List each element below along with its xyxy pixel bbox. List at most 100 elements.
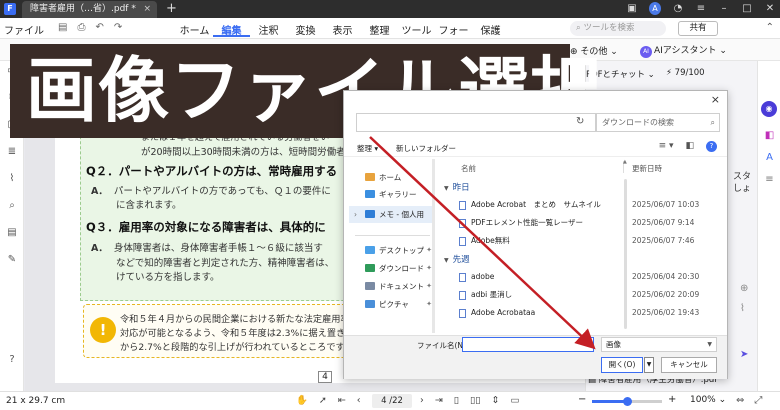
fullscreen-icon[interactable]: ⤢ [754,395,762,406]
nav-item-documents[interactable]: ドキュメント ✦ [349,278,434,295]
file-row[interactable]: Adobe Acrobataa 2025/06/02 19:43 [438,305,708,321]
file-row[interactable]: PDFエレメント性能一覧レーザー 2025/06/07 9:14 [438,215,708,231]
group-header-yesterday[interactable]: ▼ 昨日 [444,181,470,193]
user-avatar[interactable]: A [649,2,661,15]
fit-page-icon[interactable]: ▭ [510,395,519,406]
ai-bot-icon[interactable]: ◉ [761,101,777,117]
form-field-icon[interactable]: ▤ [0,223,24,243]
file-menu[interactable]: ファイル [4,22,44,37]
open-button[interactable]: 開く(O) [601,357,643,373]
fit-width-icon[interactable]: ⇔ [736,395,744,406]
address-bar[interactable] [356,113,596,132]
document-tab[interactable]: 障害者雇用（…省）.pdf * × [22,1,157,18]
file-date: 2025/06/07 9:14 [632,218,695,227]
scrollbar-thumb[interactable] [624,179,627,329]
new-folder-button[interactable]: 新しいフォルダー [396,143,456,154]
properties-icon[interactable]: ≡ [758,169,780,191]
tool-search-input[interactable]: ⌕ ツールを検索 [570,21,666,36]
group-header-last-week[interactable]: ▼ 先週 [444,253,470,265]
maximize-icon[interactable]: □ [741,2,753,15]
file-row[interactable]: adobe 2025/06/04 20:30 [438,269,708,285]
nav-scrollbar[interactable] [432,159,435,333]
cancel-button[interactable]: キャンセル [661,357,717,373]
nav-item-gallery[interactable]: ギャラリー [349,186,434,203]
file-row[interactable]: Adobe無料 2025/06/07 7:46 [438,233,708,249]
note-text: から2.7%と段階的な引上げが行われているところです。 [120,342,353,353]
file-row[interactable]: Adobe Acrobat まとめ サムネイル 2025/06/07 10:03 [438,197,708,213]
view-options-icon[interactable]: ≡ ▾ [659,141,674,152]
column-header-name[interactable]: 名前 [461,163,476,174]
home-icon [365,173,375,181]
filename-label: ファイル名(N): [417,341,469,350]
save-icon[interactable]: ▤ [58,22,67,33]
attachment-icon[interactable]: ⌇ [0,169,24,189]
attachment-icon[interactable]: ⌇ [740,303,745,314]
answer-text: が20時間以上30時間未満の方は、短時間労働者と [141,147,356,158]
zoom-slider[interactable] [592,397,662,406]
translate-icon[interactable]: A [758,147,780,169]
organize-button[interactable]: 整理 ▾ [357,143,378,154]
menu-edit[interactable]: 編集 [213,22,250,37]
filename-input[interactable] [463,338,593,351]
tab-close-icon[interactable]: × [143,1,151,18]
last-page-icon[interactable]: ⇥ [435,395,443,406]
nav-item-pictures[interactable]: ピクチャ ✦ [349,296,434,313]
file-type-select[interactable]: 画像 ▼ [601,337,717,352]
select-tool-icon[interactable]: ➚ [319,395,327,406]
answer-mark: A． [91,186,108,197]
nav-item-onedrive[interactable]: › メモ - 個人用 [349,206,434,223]
signature-icon[interactable]: ✎ [0,250,24,270]
ai-chat-icon[interactable]: ◧ [758,125,780,147]
file-row[interactable]: adbi 墨消し 2025/06/02 20:09 [438,287,708,303]
filename-field[interactable] [462,337,594,352]
open-options-button[interactable]: ▼ [644,357,654,373]
share-button[interactable]: 共有 [678,21,718,36]
group-label: 昨日 [452,183,470,193]
app-logo-icon[interactable]: F [4,3,16,15]
chevron-down-icon[interactable]: ▼ [587,339,592,346]
column-header-date[interactable]: 更新日時 [632,163,662,174]
file-name: adobe [471,272,495,281]
file-list-scrollbar[interactable]: ▲ [623,159,629,335]
print-icon[interactable]: ⎙ [77,22,85,33]
zoom-in-icon[interactable]: + [668,394,676,405]
next-page-icon[interactable]: › [420,395,424,406]
page-indicator[interactable]: 4 /22 [372,394,412,408]
nav-item-downloads[interactable]: ダウンロード ✦ [349,260,434,277]
nav-item-desktop[interactable]: デスクトップ ✦ [349,242,434,259]
new-tab-button[interactable]: + [166,1,177,17]
zoom-level[interactable]: 100% ⌄ [690,395,726,405]
zoom-out-icon[interactable]: − [578,394,586,405]
single-page-icon[interactable]: ▯ [454,395,459,406]
prev-page-icon[interactable]: ‹ [357,395,361,406]
minimize-icon[interactable]: – [718,2,730,15]
ai-credit-value: 79/100 [674,68,705,78]
search-icon[interactable]: ⌕ [0,196,24,216]
undo-icon[interactable]: ↶ [95,22,103,33]
preview-pane-icon[interactable]: ◧ [685,141,694,152]
collapse-ribbon-icon[interactable]: ⌃ [766,22,774,33]
double-page-icon[interactable]: ▯▯ [470,395,480,406]
hand-tool-icon[interactable]: ✋ [296,395,308,406]
folder-icon[interactable]: ▣ [626,2,638,15]
notification-icon[interactable]: ◔ [672,2,684,15]
chevron-right-icon[interactable]: › [354,206,357,223]
ai-assistant-button[interactable]: AI AIアシスタント ⌄ [640,43,727,58]
redo-icon[interactable]: ↷ [114,22,122,33]
refresh-icon[interactable]: ↻ [576,116,584,127]
scroll-icon[interactable]: ⇕ [491,395,499,406]
ai-credit-counter[interactable]: ⚡ 79/100 [666,68,705,78]
dialog-close-icon[interactable]: × [711,93,720,106]
layers-icon[interactable]: ≣ [0,142,24,162]
scroll-up-icon[interactable]: ▲ [623,159,627,165]
send-icon[interactable]: ➤ [740,349,748,360]
close-icon[interactable]: ✕ [764,2,776,15]
first-page-icon[interactable]: ⇤ [338,395,346,406]
menu-icon[interactable]: ≡ [695,2,707,15]
zoom-slider-handle[interactable] [623,397,632,406]
help-icon[interactable]: ? [0,350,24,370]
dialog-search-input[interactable]: ダウンロードの検索 ⌕ [596,113,720,132]
add-icon[interactable]: ⊕ [740,283,748,294]
help-icon[interactable]: ? [706,141,717,152]
nav-item-home[interactable]: ホーム [349,169,434,186]
